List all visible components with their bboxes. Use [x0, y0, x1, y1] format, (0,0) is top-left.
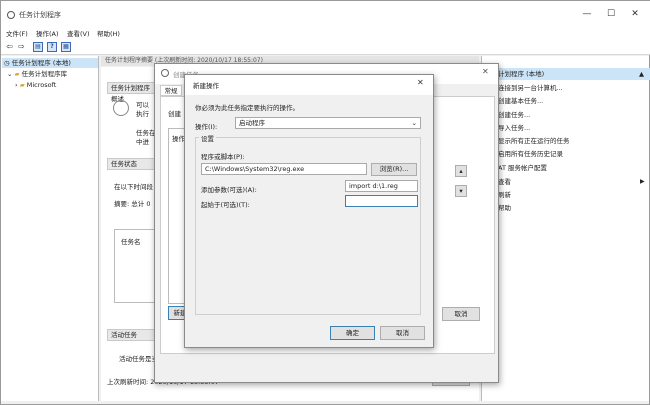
action-type-label: 操作(I): — [195, 123, 218, 131]
new-action-dialog: 新建操作 ✕ 你必须为此任务指定要执行的操作。 操作(I): 启动程序 ⌄ 设置… — [184, 74, 434, 348]
minimize-button[interactable]: — — [579, 8, 595, 20]
clock-icon — [161, 69, 169, 77]
move-down-button[interactable]: ▾ — [455, 185, 467, 197]
menu-bar: 文件(F) 操作(A) 查看(V) 帮助(H) — [1, 27, 650, 39]
close-button[interactable]: ✕ — [627, 8, 643, 20]
clock-icon — [113, 100, 129, 116]
browse-button[interactable]: 浏览(R)... — [371, 163, 417, 176]
program-label: 程序或脚本(P): — [201, 153, 245, 161]
arguments-input[interactable]: import d:\1.reg — [345, 180, 418, 192]
ok-button[interactable]: 确定 — [330, 326, 375, 340]
back-arrow-icon[interactable]: ⇦ — [4, 41, 15, 52]
task-status-header[interactable]: 任务状态 — [107, 158, 157, 170]
action-show-running[interactable]: 显示所有正在运行的任务 — [498, 137, 570, 146]
tree-library[interactable]: ⌄ ▰ 任务计划程序库 — [7, 69, 67, 79]
create-label: 创建 — [168, 110, 181, 118]
overview-text: 中进 — [136, 138, 149, 146]
action-create-basic-task[interactable]: 创建基本任务... — [498, 97, 543, 106]
action-import-task[interactable]: 导入任务... — [498, 124, 530, 133]
toolbar: ⇦ ⇨ ▤ ? ▦ — [1, 39, 650, 55]
settings-group-label: 设置 — [199, 133, 216, 143]
menu-help[interactable]: 帮助(H) — [97, 28, 120, 38]
actions-pane: 任务计划程序 (本地) ▲ 连接到另一台计算机... 创建基本任务... 创建任… — [481, 56, 650, 401]
tree-pane: ◷ 任务计划程序 (本地) ⌄ ▰ 任务计划程序库 › ▰ Microsoft — [1, 56, 99, 401]
actions-header[interactable]: 任务计划程序 (本地) ▲ — [482, 68, 650, 80]
summary-text: 摘要: 总计 0 — [114, 200, 151, 208]
collapse-arrow-icon[interactable]: ▲ — [639, 68, 644, 80]
chevron-right-icon: ▶ — [640, 178, 645, 185]
tree-microsoft[interactable]: › ▰ Microsoft — [15, 80, 56, 90]
folder-icon: ▰ — [14, 70, 20, 78]
tree-root[interactable]: ◷ 任务计划程序 (本地) — [2, 58, 98, 68]
close-icon[interactable]: ✕ — [482, 67, 489, 76]
forward-arrow-icon[interactable]: ⇨ — [16, 41, 27, 52]
chevron-right-icon: › — [15, 81, 18, 89]
arguments-label: 添加参数(可选)(A): — [201, 186, 257, 194]
new-action-titlebar: 新建操作 ✕ — [185, 75, 433, 95]
instruction-text: 你必须为此任务指定要执行的操作。 — [195, 104, 299, 112]
chevron-down-icon: ⌄ — [411, 119, 417, 127]
start-in-label: 起始于(可选)(T): — [201, 201, 250, 209]
start-in-input[interactable] — [345, 195, 418, 207]
action-type-select[interactable]: 启动程序 ⌄ — [235, 117, 421, 129]
task-scheduler-window: 任务计划程序 — ☐ ✕ 文件(F) 操作(A) 查看(V) 帮助(H) ⇦ ⇨… — [0, 0, 650, 405]
action-refresh[interactable]: 刷新 — [498, 191, 511, 200]
move-up-button[interactable]: ▴ — [455, 165, 467, 177]
action-create-task[interactable]: 创建任务... — [498, 111, 530, 120]
window-title: 任务计划程序 — [19, 11, 61, 19]
clock-icon — [7, 11, 15, 19]
clock-icon: ◷ — [4, 59, 10, 67]
menu-action[interactable]: 操作(A) — [36, 28, 59, 38]
active-tasks-header[interactable]: 活动任务 — [107, 329, 157, 341]
task-name-column[interactable]: 任务名 — [121, 236, 141, 246]
action-enable-history[interactable]: 启用所有任务历史记录 — [498, 150, 563, 159]
chevron-down-icon: ⌄ — [7, 70, 13, 78]
overview-header[interactable]: 任务计划程序概述 — [107, 82, 157, 103]
properties-icon[interactable]: ▦ — [61, 42, 71, 52]
status-text: 在以下时间段 — [114, 183, 153, 191]
new-action-title: 新建操作 — [193, 82, 219, 90]
menu-file[interactable]: 文件(F) — [6, 28, 28, 38]
create-task-cancel-button[interactable]: 取消 — [442, 307, 480, 321]
help-icon[interactable]: ? — [47, 42, 57, 52]
folder-icon: ▰ — [19, 81, 25, 89]
cancel-button[interactable]: 取消 — [380, 326, 425, 340]
tab-general[interactable]: 常规 — [160, 85, 182, 96]
program-input[interactable]: C:\Windows\System32\reg.exe — [201, 163, 367, 175]
maximize-button[interactable]: ☐ — [603, 8, 619, 20]
action-help[interactable]: 帮助 — [498, 204, 511, 213]
action-view[interactable]: 查看 — [498, 178, 511, 187]
menu-view[interactable]: 查看(V) — [67, 28, 90, 38]
action-connect[interactable]: 连接到另一台计算机... — [498, 84, 563, 93]
console-tree-icon[interactable]: ▤ — [33, 42, 43, 52]
overview-text: 执行 — [136, 110, 149, 118]
action-at-config[interactable]: AT 服务帐户配置 — [498, 164, 547, 173]
close-icon[interactable]: ✕ — [417, 78, 424, 87]
title-bar: 任务计划程序 — ☐ ✕ — [1, 1, 650, 27]
